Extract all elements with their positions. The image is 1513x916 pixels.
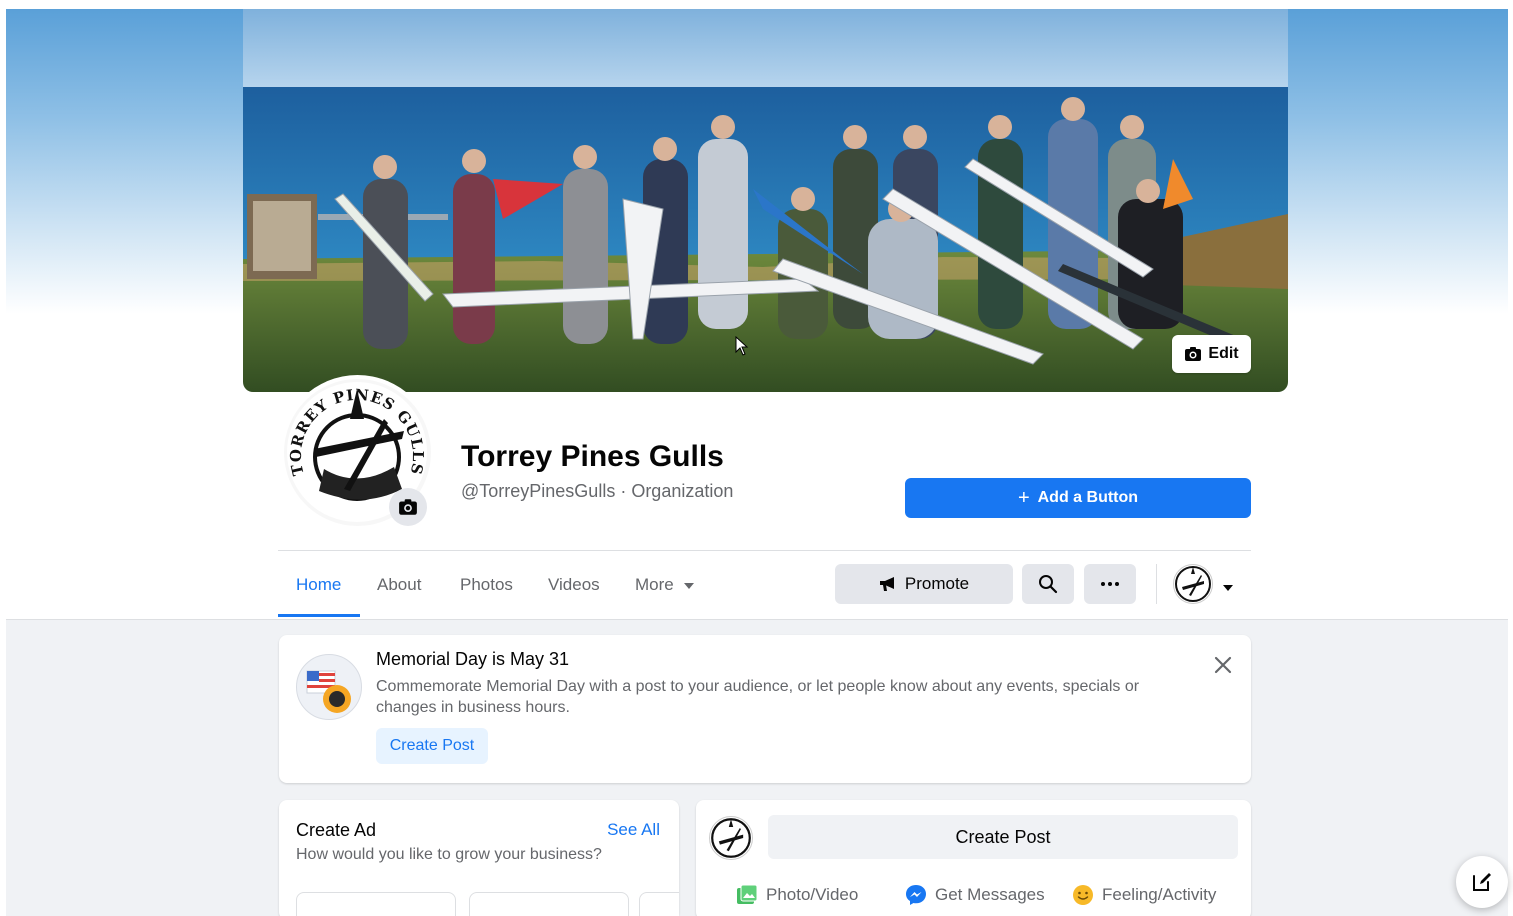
tab-videos-label: Videos (548, 575, 600, 594)
smiley-icon (1073, 885, 1093, 905)
feeling-activity-button[interactable]: Feeling/Activity (1072, 884, 1216, 906)
photo-video-label: Photo/Video (766, 885, 859, 904)
edit-cover-label: Edit (1208, 345, 1239, 362)
close-icon[interactable] (1211, 653, 1235, 677)
compose-icon (1473, 873, 1491, 891)
page-avatar (709, 816, 753, 860)
gulls-logo-small (1175, 566, 1211, 602)
get-messages-button[interactable]: Get Messages (905, 884, 1045, 906)
tab-photos[interactable]: Photos (460, 575, 513, 595)
tab-videos[interactable]: Videos (548, 575, 600, 595)
create-ad-title: Create Ad (296, 820, 377, 840)
tab-more-label: More (635, 575, 674, 594)
page-title: Torrey Pines Gulls (461, 440, 724, 473)
see-all-link[interactable]: See All (607, 820, 660, 840)
camera-icon (1185, 347, 1202, 361)
promote-button[interactable]: Promote (835, 564, 1013, 604)
memorial-create-post-button[interactable]: Create Post (376, 728, 488, 764)
caret-down-icon (684, 582, 695, 589)
add-a-button[interactable]: + Add a Button (905, 478, 1251, 518)
tab-more[interactable]: More (635, 575, 695, 595)
create-post-button[interactable]: Create Post (768, 815, 1238, 859)
ad-option-tile[interactable] (639, 892, 679, 916)
create-ad-subtitle: How would you like to grow your business… (296, 846, 602, 863)
create-post-card: Create Post Photo/Video Get Messages Fee… (696, 800, 1251, 916)
photo-video-button[interactable]: Photo/Video (736, 884, 858, 906)
messenger-icon (906, 885, 926, 905)
create-ad-card: Create Ad See All How would you like to … (279, 800, 679, 916)
caret-down-icon (1223, 585, 1233, 591)
get-messages-label: Get Messages (935, 885, 1045, 904)
camera-icon (399, 499, 417, 515)
page-handle: @TorreyPinesGulls · Organization (461, 481, 734, 501)
photo-icon (737, 884, 758, 904)
tab-home[interactable]: Home (296, 575, 341, 595)
tab-home-label: Home (296, 575, 342, 594)
search-icon (1039, 575, 1058, 594)
gulls-logo-small (711, 818, 751, 858)
nav-separator (1156, 564, 1157, 604)
search-button[interactable] (1022, 564, 1074, 604)
switcher-caret[interactable] (1223, 578, 1233, 596)
ad-option-tile[interactable] (296, 892, 456, 916)
memorial-day-title: Memorial Day is May 31 (376, 649, 570, 669)
nav-divider (278, 550, 1251, 551)
page-avatar-switcher[interactable] (1173, 564, 1213, 604)
promote-label: Promote (904, 574, 970, 593)
more-options-button[interactable] (1084, 564, 1136, 604)
new-message-button[interactable] (1456, 856, 1508, 908)
memorial-day-body: Commemorate Memorial Day with a post to … (376, 678, 1140, 716)
ellipsis-icon (1101, 582, 1119, 586)
update-profile-picture-button[interactable] (389, 488, 427, 526)
active-tab-indicator (278, 614, 360, 617)
add-a-button-label: Add a Button (1037, 489, 1139, 506)
tab-about-label: About (377, 575, 422, 594)
cover-photo[interactable] (243, 9, 1288, 392)
mouse-cursor-icon (735, 336, 749, 356)
memorial-day-icon (296, 654, 362, 720)
cover-photo-image (243, 9, 1288, 392)
ad-option-tile[interactable] (469, 892, 629, 916)
tab-photos-label: Photos (460, 575, 513, 594)
tab-about[interactable]: About (377, 575, 421, 595)
memorial-day-card: Memorial Day is May 31 Commemorate Memor… (279, 635, 1251, 783)
feeling-activity-label: Feeling/Activity (1102, 885, 1217, 904)
megaphone-icon (879, 577, 894, 591)
edit-cover-button[interactable]: Edit (1172, 335, 1251, 373)
plus-icon: + (1017, 487, 1030, 509)
